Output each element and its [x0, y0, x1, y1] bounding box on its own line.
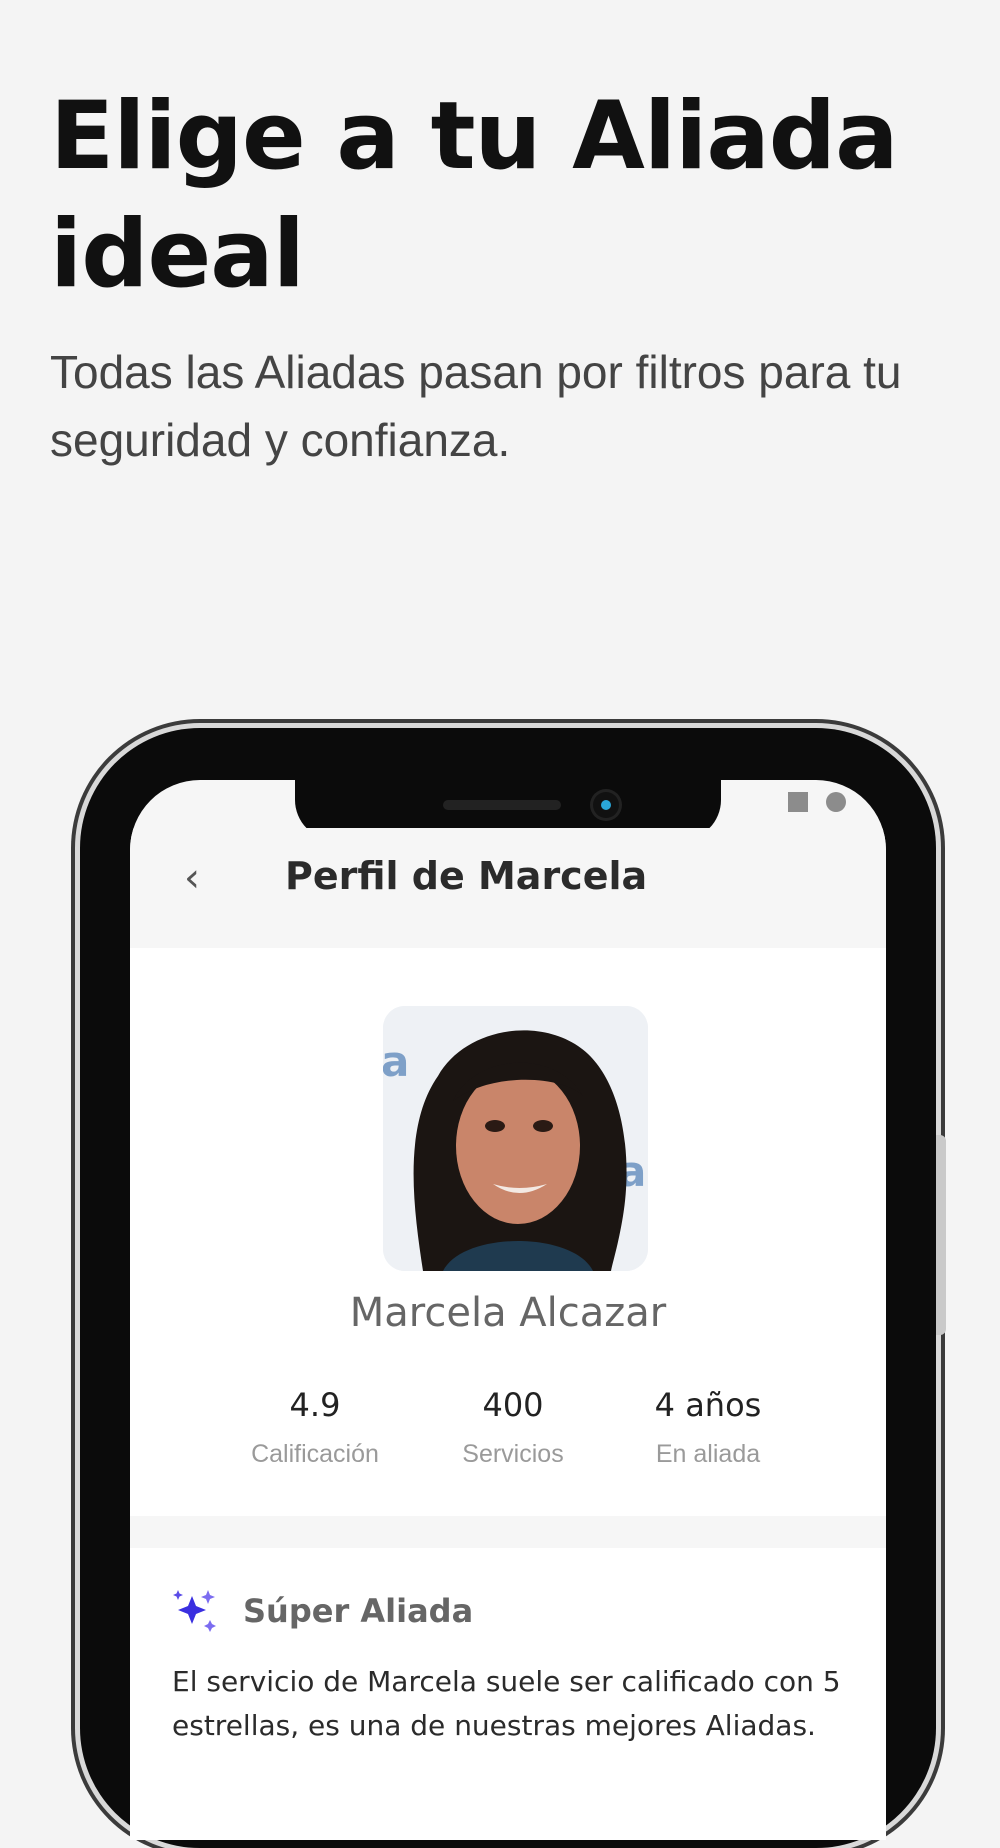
- phone-side-button: [936, 1135, 946, 1335]
- speaker-grille: [443, 800, 561, 810]
- stat-services: 400 Servicios: [413, 1386, 613, 1469]
- stat-value: 400: [482, 1386, 544, 1424]
- profile-card: a a Marcela Alcazar 4.9 Calificación 400…: [130, 948, 886, 1516]
- badge-title: Súper Aliada: [243, 1592, 474, 1630]
- stat-rating: 4.9 Calificación: [215, 1386, 415, 1469]
- status-square-icon: [788, 792, 808, 812]
- stat-label: Servicios: [462, 1440, 564, 1468]
- stat-label: En aliada: [655, 1440, 761, 1468]
- screen-title: Perfil de Marcela: [285, 854, 648, 898]
- profile-photo: a a: [383, 1006, 648, 1271]
- chevron-left-icon[interactable]: ‹: [172, 858, 212, 898]
- stat-value: 4 años: [654, 1386, 762, 1424]
- status-dot-icon: [826, 792, 846, 812]
- badge-description: El servicio de Marcela suele ser calific…: [172, 1665, 841, 1742]
- stat-label: Calificación: [251, 1440, 379, 1468]
- front-camera-icon: [593, 792, 619, 818]
- sparkle-icon: [173, 1590, 216, 1632]
- phone-screen: ‹ Perfil de Marcela a a Marcela Alcazar …: [130, 780, 886, 1840]
- svg-text:a: a: [383, 1037, 409, 1086]
- stat-tenure: 4 años En aliada: [608, 1386, 808, 1469]
- super-aliada-card: Súper Aliada El servicio de Marcela suel…: [130, 1548, 886, 1840]
- hero-subtitle: Todas las Aliadas pasan por filtros para…: [50, 346, 902, 466]
- profile-name: Marcela Alcazar: [349, 1290, 667, 1336]
- hero-title: Elige a tu Aliada ideal: [50, 82, 899, 309]
- stat-value: 4.9: [289, 1386, 341, 1424]
- avatar: a a: [383, 1006, 648, 1271]
- app-bar: ‹ Perfil de Marcela: [130, 828, 886, 926]
